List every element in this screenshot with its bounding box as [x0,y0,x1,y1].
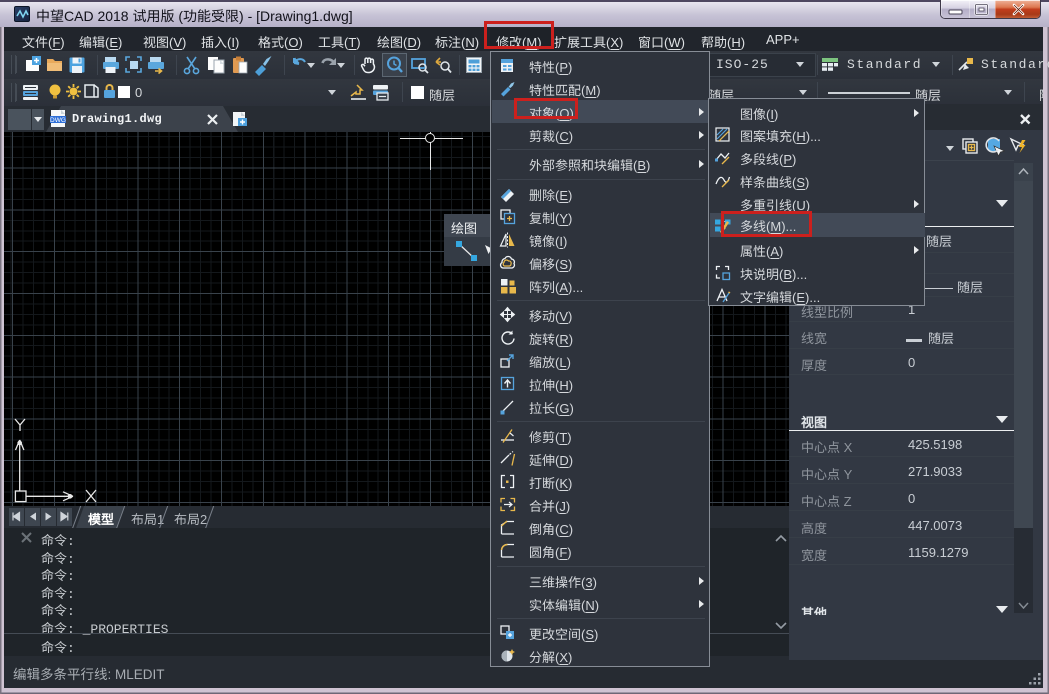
svg-text:DWG: DWG [50,117,66,124]
